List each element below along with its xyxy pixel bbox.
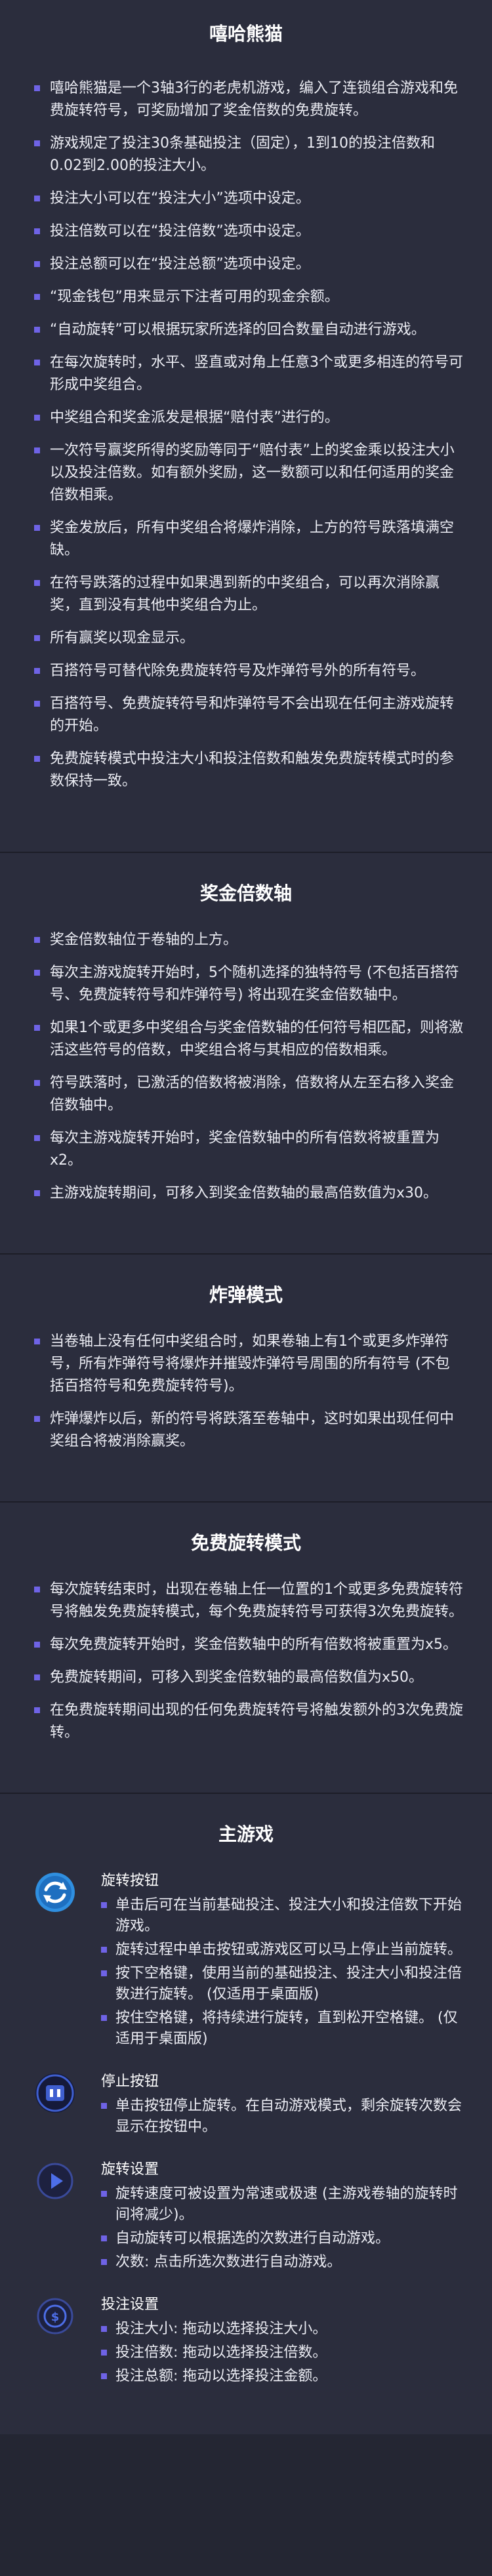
rule-item: 炸弹爆炸以后，新的符号将跌落至卷轴中，这时如果出现任何中奖组合将被消除赢奖。	[34, 1408, 463, 1453]
spin-icon	[33, 1870, 77, 1915]
rule-item: 主游戏旋转期间，可移入到奖金倍数轴的最高倍数值为x30。	[34, 1182, 463, 1205]
section-multiplier-reel: 奖金倍数轴 奖金倍数轴位于卷轴的上方。每次主游戏旋转开始时，5个随机选择的独特符…	[0, 852, 492, 1253]
rule-item: 嘻哈熊猫是一个3轴3行的老虎机游戏，编入了连锁组合游戏和免费旋转符号，可奖励增加…	[34, 77, 463, 122]
button-rule-item: 单击按钮停止旋转。在自动游戏模式，剩余旋转次数会显示在按钮中。	[101, 2096, 466, 2138]
rule-item: 在免费旋转期间出现的任何免费旋转符号将触发额外的3次免费旋转。	[34, 1699, 463, 1744]
rule-item: 符号跌落时，已激活的倍数将被消除，倍数将从左至右移入奖金倍数轴中。	[34, 1072, 463, 1117]
rule-item: 每次主游戏旋转开始时，5个随机选择的独特符号 (不包括百搭符号、免费旋转符号和炸…	[34, 962, 463, 1007]
section-title: 奖金倍数轴	[199, 883, 292, 904]
button-rule-item: 投注倍数: 拖动以选择投注倍数。	[101, 2342, 466, 2363]
rule-item: 投注倍数可以在“投注倍数”选项中设定。	[34, 220, 463, 243]
section-title: 炸弹模式	[209, 1284, 283, 1306]
section-title: 免费旋转模式	[190, 1532, 301, 1554]
rules-list: 每次旋转结束时，出现在卷轴上任一位置的1个或更多免费旋转符号将触发免费旋转模式，…	[0, 1579, 492, 1744]
rule-item: 投注总额可以在“投注总额”选项中设定。	[34, 253, 463, 276]
rule-item: 百搭符号、免费旋转符号和炸弹符号不会出现在任何主游戏旋转的开始。	[34, 693, 463, 737]
rule-item: 每次旋转结束时，出现在卷轴上任一位置的1个或更多免费旋转符号将触发免费旋转模式，…	[34, 1579, 463, 1623]
button-rules: 单击按钮停止旋转。在自动游戏模式，剩余旋转次数会显示在按钮中。	[101, 2096, 466, 2138]
rule-item: 投注大小可以在“投注大小”选项中设定。	[34, 188, 463, 210]
section-free-spins: 免费旋转模式 每次旋转结束时，出现在卷轴上任一位置的1个或更多免费旋转符号将触发…	[0, 1501, 492, 1793]
button-rule-item: 单击后可在当前基础投注、投注大小和投注倍数下开始游戏。	[101, 1895, 466, 1937]
rule-item: 如果1个或更多中奖组合与奖金倍数轴的任何符号相匹配，则将激活这些符号的倍数，中奖…	[34, 1017, 463, 1062]
rule-item: 每次免费旋转开始时，奖金倍数轴中的所有倍数将被重置为x5。	[34, 1634, 463, 1656]
rule-item: 在符号跌落的过程中如果遇到新的中奖组合，可以再次消除赢奖，直到没有其他中奖组合为…	[34, 572, 463, 617]
rule-item: 中奖组合和奖金派发是根据“赔付表”进行的。	[34, 407, 463, 429]
rule-item: 一次符号赢奖所得的奖励等同于“赔付表”上的奖金乘以投注大小以及投注倍数。如有额外…	[34, 440, 463, 507]
rules-list: 当卷轴上没有任何中奖组合时，如果卷轴上有1个或更多炸弹符号，所有炸弹符号将爆炸并…	[0, 1331, 492, 1453]
button-rule-item: 按下空格键，使用当前的基础投注、投注大小和投注倍数进行旋转。 (仅适用于桌面版)	[101, 1963, 466, 2005]
button-rule-item: 次数: 点击所选次数进行自动游戏。	[101, 2252, 466, 2273]
section-title: 嘻哈熊猫	[209, 23, 283, 45]
button-rules: 投注大小: 拖动以选择投注大小。 投注倍数: 拖动以选择投注倍数。 投注总额: 拖动…	[101, 2319, 466, 2387]
button-rule-item: 按住空格键，将持续进行旋转，直到松开空格键。 (仅适用于桌面版)	[101, 2008, 466, 2050]
rule-item: 免费旋转模式中投注大小和投注倍数和触发免费旋转模式时的参数保持一致。	[34, 748, 463, 793]
rule-item: 所有赢奖以现金显示。	[34, 627, 463, 650]
rule-item: 在每次旋转时，水平、竖直或对角上任意3个或更多相连的符号可形成中奖组合。	[34, 352, 463, 396]
rule-item: 每次主游戏旋转开始时，奖金倍数轴中的所有倍数将被重置为x2。	[34, 1127, 463, 1172]
rule-item: 当卷轴上没有任何中奖组合时，如果卷轴上有1个或更多炸弹符号，所有炸弹符号将爆炸并…	[34, 1331, 463, 1398]
rule-item: 免费旋转期间，可移入到奖金倍数轴的最高倍数值为x50。	[34, 1667, 463, 1689]
button-rules: 单击后可在当前基础投注、投注大小和投注倍数下开始游戏。旋转过程中单击按钮或游戏区…	[101, 1895, 466, 2050]
bet-settings-help: $ 投注设置 投注大小: 拖动以选择投注大小。 投注倍数: 拖动以选择投注倍数。投…	[0, 2294, 492, 2390]
button-rule-item: 投注总额: 拖动以选择投注金额。	[101, 2366, 466, 2387]
spin-settings-icon	[33, 2159, 77, 2203]
rules-page: 嘻哈熊猫 嘻哈熊猫是一个3轴3行的老虎机游戏，编入了连锁组合游戏和免费旋转符号，…	[0, 0, 492, 2434]
section-main-game: 主游戏 旋转按钮 单击后可在当前基础投注、投注大小和投注倍数下开始游戏。旋转过程…	[0, 1793, 492, 2434]
spin-button-help: 旋转按钮 单击后可在当前基础投注、投注大小和投注倍数下开始游戏。旋转过程中单击按…	[0, 1870, 492, 2052]
bet-settings-icon: $	[33, 2294, 77, 2338]
rule-item: “现金钱包”用来显示下注者可用的现金余额。	[34, 286, 463, 308]
rule-item: 奖金倍数轴位于卷轴的上方。	[34, 929, 463, 951]
section-hip-hop-panda: 嘻哈熊猫 嘻哈熊猫是一个3轴3行的老虎机游戏，编入了连锁组合游戏和免费旋转符号，…	[0, 0, 492, 852]
rule-item: 百搭符号可替代除免费旋转符号及炸弹符号外的所有符号。	[34, 660, 463, 682]
rule-item: 游戏规定了投注30条基础投注（固定），1到10的投注倍数和0.02到2.00的投…	[34, 133, 463, 177]
button-rule-item: 旋转过程中单击按钮或游戏区可以马上停止当前旋转。	[101, 1940, 466, 1961]
button-title: 旋转按钮	[101, 1873, 159, 1889]
stop-button-help: 停止按钮 单击按钮停止旋转。在自动游戏模式，剩余旋转次数会显示在按钮中。	[0, 2071, 492, 2140]
button-title: 旋转设置	[101, 2161, 159, 2178]
button-rule-item: 投注大小: 拖动以选择投注大小。	[101, 2319, 466, 2340]
button-rule-item: 旋转速度可被设置为常速或极速 (主游戏卷轴的旋转时间将减少)。	[101, 2184, 466, 2226]
spin-settings-help: 旋转设置 旋转速度可被设置为常速或极速 (主游戏卷轴的旋转时间将减少)。 自动旋转…	[0, 2159, 492, 2275]
rules-list: 嘻哈熊猫是一个3轴3行的老虎机游戏，编入了连锁组合游戏和免费旋转符号，可奖励增加…	[0, 77, 492, 793]
button-rule-item: 自动旋转可以根据选的次数进行自动游戏。	[101, 2228, 466, 2249]
section-bomb-mode: 炸弹模式 当卷轴上没有任何中奖组合时，如果卷轴上有1个或更多炸弹符号，所有炸弹符…	[0, 1253, 492, 1501]
rule-item: “自动旋转”可以根据玩家所选择的回合数量自动进行游戏。	[34, 319, 463, 341]
button-rules: 旋转速度可被设置为常速或极速 (主游戏卷轴的旋转时间将减少)。 自动旋转可以根据选…	[101, 2184, 466, 2273]
svg-text:$: $	[51, 2310, 60, 2324]
rules-list: 奖金倍数轴位于卷轴的上方。每次主游戏旋转开始时，5个随机选择的独特符号 (不包括…	[0, 929, 492, 1205]
rule-item: 奖金发放后，所有中奖组合将爆炸消除，上方的符号跌落填满空缺。	[34, 517, 463, 562]
button-title: 停止按钮	[101, 2073, 159, 2090]
stop-icon	[33, 2071, 77, 2115]
section-title: 主游戏	[218, 1823, 274, 1845]
button-title: 投注设置	[101, 2296, 159, 2313]
